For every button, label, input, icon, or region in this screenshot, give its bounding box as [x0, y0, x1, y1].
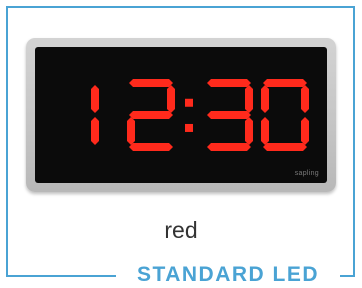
frame-bottom-line-right	[340, 275, 355, 277]
digit-3-segment-e	[261, 117, 269, 145]
digit-2-segment-b	[245, 85, 253, 113]
digit-0-segment-c	[91, 117, 99, 145]
digit-2-segment-a	[207, 79, 251, 87]
colon-dot-2	[185, 123, 193, 132]
clock-digits	[91, 79, 309, 151]
digit-1-segment-a	[129, 79, 173, 87]
digit-1-segment-g	[129, 111, 173, 119]
digit-1-segment-e	[127, 117, 135, 145]
colon-dot-1	[185, 98, 193, 107]
digit-3-segment-c	[301, 117, 309, 145]
clock-display: sapling	[35, 47, 327, 183]
digit-1-segment-d	[129, 143, 173, 151]
digit-2-segment-c	[245, 117, 253, 145]
brand-logo: sapling	[294, 170, 319, 177]
digit-3-segment-a	[263, 79, 307, 87]
digital-clock: sapling	[26, 38, 336, 192]
color-variant-label: red	[164, 217, 198, 243]
digit-3-segment-f	[261, 85, 269, 113]
digit-2-segment-g	[207, 111, 251, 119]
frame-bottom-line-left	[6, 275, 116, 277]
digit-1-segment-b	[167, 85, 175, 113]
product-name-heading: STANDARD LED	[116, 262, 340, 288]
digit-3-segment-d	[263, 143, 307, 151]
digit-2-segment-d	[207, 143, 251, 151]
digit-3-segment-b	[301, 85, 309, 113]
digit-0-segment-b	[91, 85, 99, 113]
